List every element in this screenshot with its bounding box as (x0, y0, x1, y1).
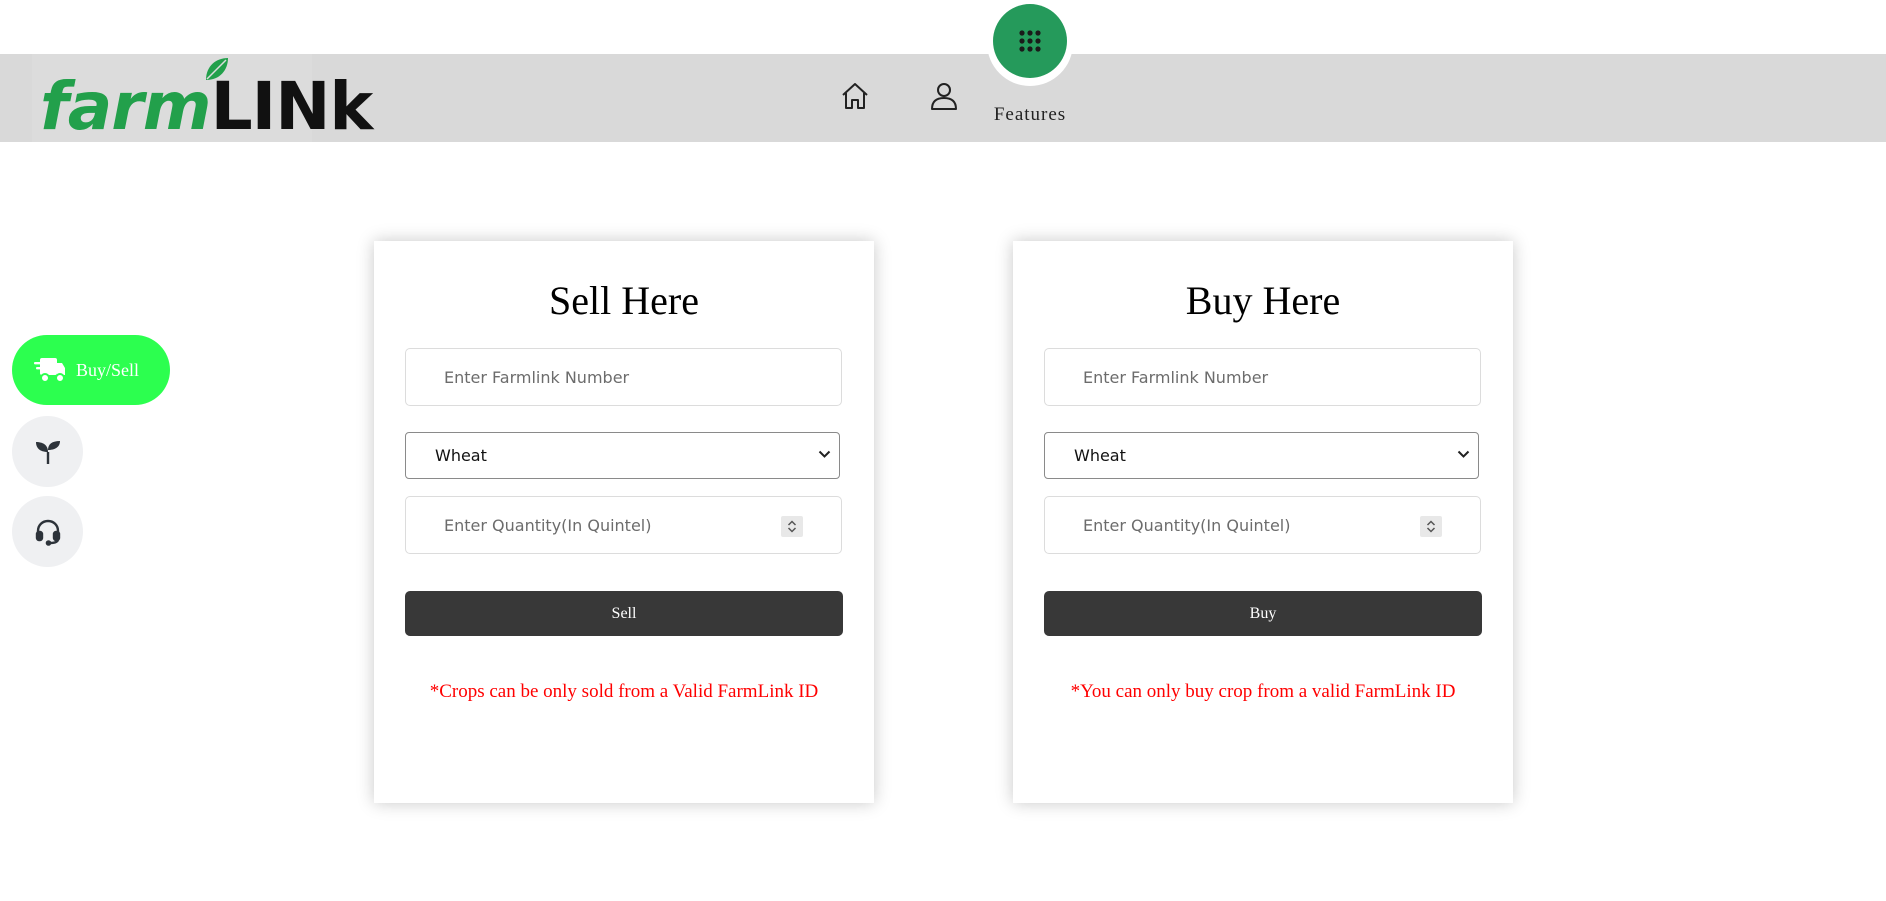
buy-crop-select[interactable]: Wheat (1044, 432, 1479, 479)
nav-home[interactable] (839, 80, 871, 117)
logo-text-farm: farm (40, 68, 212, 145)
buy-button[interactable]: Buy (1044, 591, 1482, 636)
spinner-arrows-icon (787, 520, 797, 533)
buy-card-title: Buy Here (1185, 278, 1341, 323)
spinner-arrows-icon (1426, 520, 1436, 533)
side-menu-crops[interactable] (12, 416, 83, 487)
sell-crop-select[interactable]: Wheat (405, 432, 840, 479)
features-label[interactable]: Features (980, 104, 1080, 126)
sell-note: *Crops can be only sold from a Valid Far… (429, 681, 819, 702)
buy-note: *You can only buy crop from a valid Farm… (1070, 681, 1456, 702)
sell-button[interactable]: Sell (405, 591, 843, 636)
buy-quantity-input[interactable]: Enter Quantity(In Quintel) (1044, 496, 1481, 554)
chevron-down-icon (1457, 450, 1470, 458)
buy-quantity-spinner[interactable] (1420, 516, 1442, 537)
features-button[interactable] (993, 4, 1067, 78)
chevron-down-icon (818, 450, 831, 458)
sell-farmlink-placeholder: Enter Farmlink Number (444, 368, 630, 387)
sell-quantity-placeholder: Enter Quantity(In Quintel) (444, 516, 652, 535)
sell-card: Sell Here Enter Farmlink Number Wheat En… (374, 241, 874, 803)
buy-farmlink-input[interactable]: Enter Farmlink Number (1044, 348, 1481, 406)
buy-quantity-placeholder: Enter Quantity(In Quintel) (1083, 516, 1291, 535)
buy-card: Buy Here Enter Farmlink Number Wheat Ent… (1013, 241, 1513, 803)
sprout-icon (35, 440, 60, 464)
sell-quantity-spinner[interactable] (781, 516, 803, 537)
grid-icon (1019, 30, 1041, 52)
headset-icon (35, 519, 60, 546)
sell-crop-selected: Wheat (435, 446, 487, 465)
side-menu-buy-sell-label: Buy/Sell (76, 359, 140, 380)
user-icon (931, 83, 957, 110)
side-menu-buy-sell[interactable]: Buy/Sell (12, 335, 170, 405)
sell-quantity-input[interactable]: Enter Quantity(In Quintel) (405, 496, 842, 554)
delivery-truck-icon (34, 358, 65, 383)
buy-farmlink-placeholder: Enter Farmlink Number (1083, 368, 1269, 387)
buy-crop-selected: Wheat (1074, 446, 1126, 465)
sell-card-title: Sell Here (549, 278, 699, 323)
nav-profile[interactable] (928, 80, 960, 117)
home-icon (842, 83, 868, 109)
side-menu-support[interactable] (12, 496, 83, 567)
sell-farmlink-input[interactable]: Enter Farmlink Number (405, 348, 842, 406)
logo-text-link: LINk (210, 68, 374, 145)
logo[interactable]: farmLINk (32, 54, 373, 145)
